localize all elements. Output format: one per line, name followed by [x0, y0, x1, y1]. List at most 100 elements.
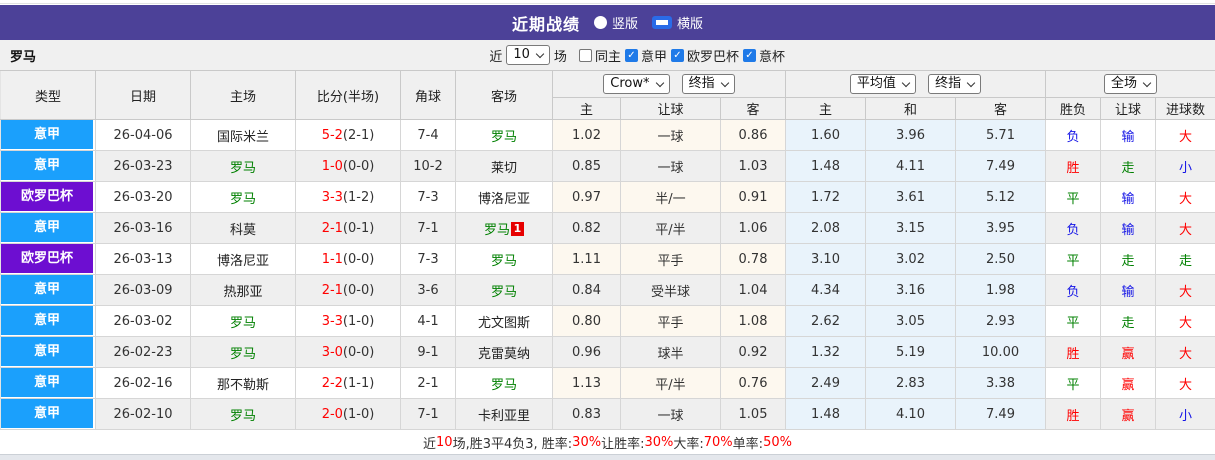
match-table-body: 意甲 26-04-06 国际米兰 5-2(2-1) 7-4 罗马 1.02 一球 0.86 1.6…	[0, 119, 1215, 430]
result-goals: 大	[1155, 367, 1215, 399]
home-team-name[interactable]: 罗马	[230, 192, 256, 207]
chevron-down-icon	[1142, 78, 1152, 88]
league-cell: 意甲	[0, 305, 96, 337]
away-team-name[interactable]: 罗马	[491, 254, 517, 269]
col-header-date: 日期	[95, 70, 191, 120]
league-badge: 欧罗巴杯	[1, 244, 93, 273]
sub-header-wdl: 胜负	[1045, 97, 1102, 120]
home-team-name[interactable]: 那不勒斯	[217, 378, 269, 393]
home-team-name[interactable]: 罗马	[230, 316, 256, 331]
layout-radio-horizontal[interactable]: 横版	[652, 13, 703, 32]
result-handicap: 赢	[1100, 336, 1157, 368]
radio-icon-vertical[interactable]	[593, 16, 607, 29]
score-cell: 5-2(2-1)	[295, 119, 401, 151]
filter-checkbox-serie-a[interactable]: ✓ 意甲	[624, 46, 667, 65]
match-row: 意甲 26-03-16 科莫 2-1(0-1) 7-1 罗马 1 0.82 平/半 1.06 2.0…	[0, 212, 1215, 244]
away-team-name[interactable]: 罗马	[491, 130, 517, 145]
col-header-home: 主场	[190, 70, 296, 120]
eu-draw-odds: 3.16	[865, 274, 956, 306]
fulltime-score: 2-1	[321, 220, 343, 236]
sub-header-eu-home: 主	[785, 97, 866, 120]
eu-away-odds: 1.98	[955, 274, 1047, 306]
ah-home-odds: 0.80	[552, 305, 621, 337]
eu-away-odds: 3.38	[955, 367, 1047, 399]
filter-checkbox-same-home[interactable]: 同主	[578, 46, 621, 65]
home-team-name[interactable]: 罗马	[230, 347, 256, 362]
eu-home-odds: 1.48	[785, 150, 866, 182]
corner-cell: 2-1	[400, 367, 456, 399]
radio-icon-horizontal[interactable]	[652, 16, 672, 29]
ah-line: 半/一	[620, 181, 721, 213]
match-count-select[interactable]: 10	[506, 45, 550, 65]
match-row: 意甲 26-02-10 罗马 2-0(1-0) 7-1 卡利亚里 0.83 一球 1.05 1.4…	[0, 398, 1215, 430]
halftime-score: (0-1)	[342, 220, 375, 236]
filter-checkbox-coppa[interactable]: ✓ 意杯	[742, 46, 785, 65]
result-goals: 大	[1155, 181, 1215, 213]
home-team-name[interactable]: 国际米兰	[217, 130, 269, 145]
layout-radio-vertical[interactable]: 竖版	[593, 13, 638, 32]
league-badge: 意甲	[1, 120, 93, 149]
result-wdl: 胜	[1045, 336, 1102, 368]
checkbox-icon[interactable]: ✓	[670, 48, 684, 62]
sub-header-ah-away: 客	[720, 97, 786, 120]
eu-draw-odds: 3.15	[865, 212, 956, 244]
result-handicap: 赢	[1100, 367, 1157, 399]
filter-checkbox-europa[interactable]: ✓ 欧罗巴杯	[670, 46, 739, 65]
summary-segment: 50%	[763, 434, 792, 450]
eu-home-odds: 1.72	[785, 181, 866, 213]
home-team-name[interactable]: 热那亚	[223, 285, 262, 300]
checkbox-icon[interactable]	[578, 48, 592, 62]
home-team-name[interactable]: 罗马	[230, 409, 256, 424]
eu-home-odds: 4.34	[785, 274, 866, 306]
match-date: 26-02-10	[95, 398, 191, 430]
summary-segment: 近	[423, 436, 437, 452]
result-scope-select[interactable]: 全场	[1104, 74, 1158, 94]
col-header-away: 客场	[455, 70, 553, 120]
summary-segment: 10	[436, 434, 453, 450]
result-wdl: 胜	[1045, 398, 1102, 430]
away-team-name[interactable]: 克雷莫纳	[478, 347, 530, 362]
away-team-name[interactable]: 罗马	[491, 285, 517, 300]
league-badge: 意甲	[1, 399, 93, 428]
away-team-name[interactable]: 莱切	[491, 161, 517, 176]
section-title: 近期战绩	[511, 14, 580, 34]
result-handicap: 赢	[1100, 398, 1157, 430]
ah-odds-type-select[interactable]: 终指	[681, 74, 735, 94]
eu-odds-type-select[interactable]: 终指	[928, 74, 982, 94]
home-team-name[interactable]: 科莫	[230, 223, 256, 238]
result-wdl: 负	[1045, 212, 1102, 244]
matches-label: 场	[553, 49, 567, 65]
bookmaker-select[interactable]: Crow*	[603, 74, 670, 94]
eu-odds-source-select[interactable]: 平均值	[849, 74, 916, 94]
away-team-name[interactable]: 罗马	[484, 223, 510, 238]
checkbox-label: 意甲	[640, 49, 667, 65]
result-goals: 小	[1155, 150, 1215, 182]
col-header-score: 比分(半场)	[295, 70, 401, 120]
checkbox-icon[interactable]: ✓	[624, 48, 638, 62]
home-team-name[interactable]: 罗马	[230, 161, 256, 176]
ah-line: 一球	[620, 150, 721, 182]
corner-cell: 4-1	[400, 305, 456, 337]
away-team-name[interactable]: 尤文图斯	[478, 316, 530, 331]
red-card-badge: 1	[511, 221, 524, 236]
league-cell: 意甲	[0, 150, 96, 182]
home-team-name[interactable]: 博洛尼亚	[217, 254, 269, 269]
match-date: 26-03-16	[95, 212, 191, 244]
fulltime-score: 3-3	[321, 189, 343, 205]
league-badge: 意甲	[1, 368, 93, 397]
league-cell: 欧罗巴杯	[0, 243, 96, 275]
home-team-cell: 罗马	[190, 305, 296, 337]
result-handicap: 走	[1100, 305, 1157, 337]
fulltime-score: 3-0	[321, 344, 343, 360]
away-team-name[interactable]: 罗马	[491, 378, 517, 393]
corner-cell: 3-6	[400, 274, 456, 306]
ah-away-odds: 1.06	[720, 212, 786, 244]
chevron-down-icon	[966, 78, 976, 88]
ah-away-odds: 0.76	[720, 367, 786, 399]
away-team-name[interactable]: 博洛尼亚	[478, 192, 530, 207]
checkbox-icon[interactable]: ✓	[742, 48, 756, 62]
eu-home-odds: 3.10	[785, 243, 866, 275]
away-team-name[interactable]: 卡利亚里	[478, 409, 530, 424]
summary-segment: 场,胜3平4负3, 胜率:	[452, 436, 573, 452]
near-label: 近	[489, 49, 503, 65]
